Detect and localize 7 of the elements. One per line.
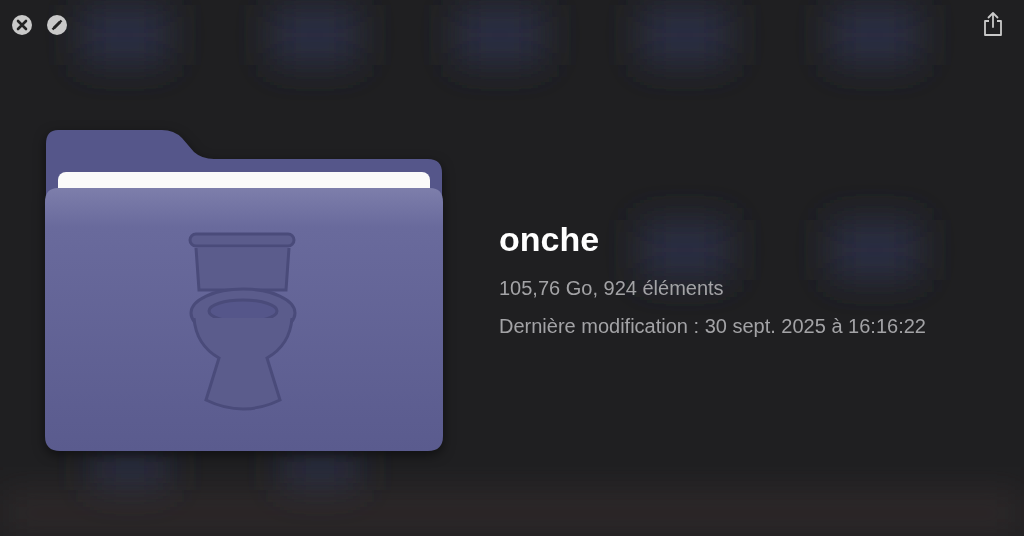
markup-icon[interactable] [47, 15, 67, 35]
file-summary: 105,76 Go, 924 éléments [499, 276, 725, 301]
close-icon[interactable] [12, 15, 32, 35]
share-icon[interactable] [982, 11, 1004, 37]
file-name: onche [499, 219, 601, 259]
folder-icon [44, 130, 444, 452]
modification-date: Dernière modification : 30 sept. 2025 à 16:16:22 [499, 314, 926, 339]
